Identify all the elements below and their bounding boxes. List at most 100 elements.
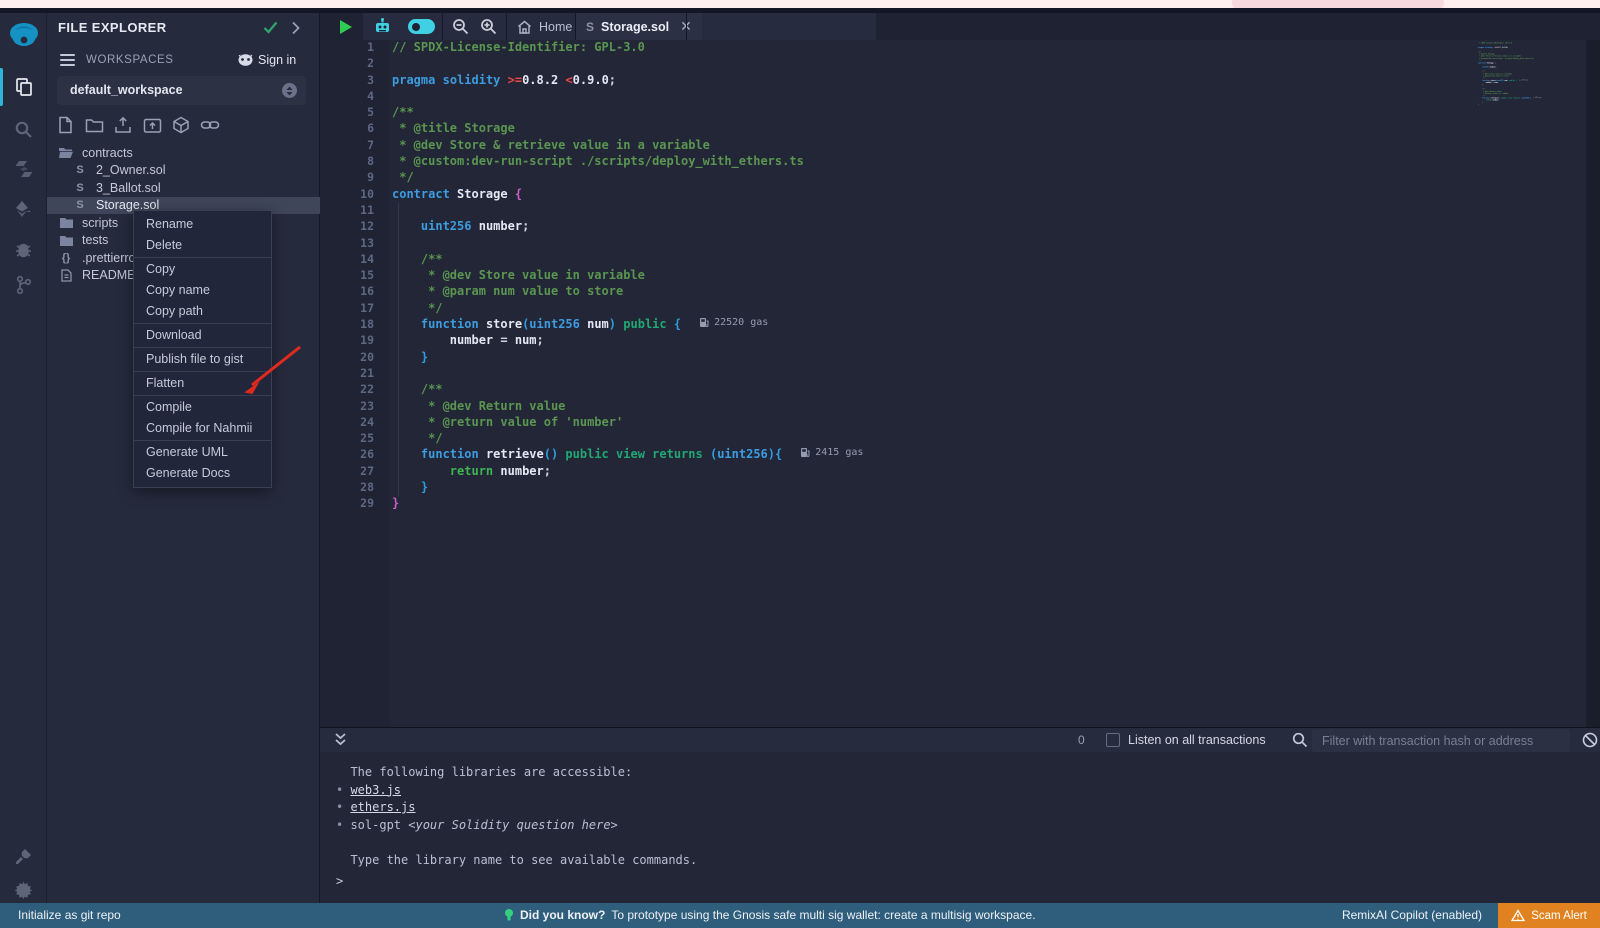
tree-item-3-ballot-sol[interactable]: S3_Ballot.sol <box>47 179 320 197</box>
workspace-select[interactable]: default_workspace <box>57 76 306 105</box>
menu-item-delete[interactable]: Delete <box>134 235 271 256</box>
line-number[interactable]: 2 <box>320 56 390 72</box>
tab-home[interactable]: Home <box>507 13 582 40</box>
line-number[interactable]: 4 <box>320 89 390 105</box>
file-explorer-icon[interactable] <box>0 69 47 105</box>
menu-item-publish-file-to-gist[interactable]: Publish file to gist <box>134 349 271 370</box>
menu-item-copy-path[interactable]: Copy path <box>134 301 271 322</box>
line-number[interactable]: 25 <box>320 431 390 447</box>
transaction-filter-input[interactable] <box>1312 729 1570 752</box>
line-number[interactable]: 17 <box>320 301 390 317</box>
init-git-repo-button[interactable]: Initialize as git repo <box>18 908 121 922</box>
clear-console-icon[interactable] <box>1582 732 1598 753</box>
library-link[interactable]: ethers.js <box>350 800 415 814</box>
menu-item-generate-docs[interactable]: Generate Docs <box>134 463 271 484</box>
new-file-icon[interactable] <box>55 115 75 135</box>
line-number[interactable]: 9 <box>320 170 390 186</box>
search-icon[interactable] <box>0 111 47 147</box>
line-number[interactable]: 14 <box>320 252 390 268</box>
code-line-27: return number; <box>392 464 863 480</box>
code-editor[interactable]: 1234567891011121314151617181920212223242… <box>320 40 1600 727</box>
line-number[interactable]: 11 <box>320 203 390 219</box>
menu-item-flatten[interactable]: Flatten <box>134 373 271 394</box>
zoom-in-icon[interactable] <box>474 13 502 40</box>
zoom-out-icon[interactable] <box>446 13 474 40</box>
line-number[interactable]: 28 <box>320 480 390 496</box>
tree-item-label: 3_Ballot.sol <box>96 181 161 195</box>
solidity-compiler-icon[interactable] <box>0 151 47 187</box>
line-number[interactable]: 5 <box>320 105 390 121</box>
chevron-right-icon[interactable] <box>291 21 300 40</box>
terminal-body[interactable]: The following libraries are accessible:•… <box>320 752 1600 903</box>
line-number[interactable]: 13 <box>320 236 390 252</box>
import-link-icon[interactable] <box>200 115 220 135</box>
editor-scrollbar-track[interactable] <box>1586 40 1600 727</box>
terminal-line: The following libraries are accessible: <box>336 764 697 782</box>
terminal-prompt[interactable]: > <box>336 874 343 888</box>
gas-estimate-badge[interactable]: 22520 gas <box>1519 80 1528 81</box>
tree-item-label: scripts <box>82 216 118 230</box>
line-number[interactable]: 22 <box>320 382 390 398</box>
line-number[interactable]: 6 <box>320 121 390 137</box>
menu-item-download[interactable]: Download <box>134 325 271 346</box>
menu-item-compile-for-nahmii[interactable]: Compile for Nahmii <box>134 418 271 439</box>
tree-item-2-owner-sol[interactable]: S2_Owner.sol <box>47 162 320 180</box>
line-number[interactable]: 8 <box>320 154 390 170</box>
new-folder-icon[interactable] <box>84 115 104 135</box>
workspaces-menu-icon[interactable] <box>60 54 75 69</box>
line-number[interactable]: 16 <box>320 284 390 300</box>
menu-item-rename[interactable]: Rename <box>134 214 271 235</box>
copilot-status[interactable]: RemixAI Copilot (enabled) <box>1342 908 1482 922</box>
line-number[interactable]: 21 <box>320 366 390 382</box>
line-number[interactable]: 18 <box>320 317 390 333</box>
menu-item-copy[interactable]: Copy <box>134 259 271 280</box>
line-number[interactable]: 10 <box>320 187 390 203</box>
settings-icon[interactable] <box>0 871 47 907</box>
plugin-manager-icon[interactable] <box>0 838 47 874</box>
line-number[interactable]: 20 <box>320 350 390 366</box>
tab-storage-sol[interactable]: S Storage.sol ✕ <box>576 13 702 40</box>
menu-item-compile[interactable]: Compile <box>134 397 271 418</box>
line-number[interactable]: 29 <box>320 496 390 512</box>
git-icon[interactable] <box>0 267 47 303</box>
listen-all-transactions-checkbox[interactable] <box>1106 733 1120 747</box>
check-icon <box>263 21 278 39</box>
file-context-menu: RenameDelete CopyCopy nameCopy path Downlo… <box>133 210 272 488</box>
ai-copilot-robot-icon[interactable] <box>364 13 400 40</box>
workspace-stepper-icon[interactable] <box>282 83 297 98</box>
solidity-file-icon: S <box>73 164 87 176</box>
deploy-run-icon[interactable] <box>0 191 47 227</box>
menu-item-generate-uml[interactable]: Generate UML <box>134 442 271 463</box>
upload-folder-icon[interactable] <box>142 115 162 135</box>
menu-item-copy-name[interactable]: Copy name <box>134 280 271 301</box>
line-number[interactable]: 3 <box>320 73 390 89</box>
collapse-terminal-icon[interactable] <box>334 732 347 752</box>
line-number[interactable]: 19 <box>320 333 390 349</box>
line-number[interactable]: 7 <box>320 138 390 154</box>
line-number[interactable]: 1 <box>320 40 390 56</box>
tree-item-contracts[interactable]: contracts <box>47 144 320 162</box>
upload-file-icon[interactable] <box>113 115 133 135</box>
terminal-line <box>336 834 697 852</box>
line-number[interactable]: 24 <box>320 415 390 431</box>
code-line-15: * @dev Store value in variable <box>392 268 863 284</box>
remix-logo[interactable] <box>0 18 47 54</box>
import-ipfs-icon[interactable] <box>171 115 191 135</box>
code-line-13 <box>392 236 863 252</box>
line-number[interactable]: 23 <box>320 399 390 415</box>
line-number[interactable]: 15 <box>320 268 390 284</box>
ai-copilot-toggle[interactable] <box>400 13 442 40</box>
editor-minimap[interactable]: // SPDX-License-Identifier: GPL-3.0 prag… <box>1478 42 1600 152</box>
gas-estimate-badge[interactable]: 2415 gas <box>1533 97 1541 98</box>
run-script-button[interactable] <box>328 13 363 40</box>
activity-bar <box>0 13 47 903</box>
library-link[interactable]: web3.js <box>350 783 401 797</box>
line-number[interactable]: 27 <box>320 464 390 480</box>
gas-estimate-badge[interactable]: 2415 gas <box>800 447 863 458</box>
line-number[interactable]: 12 <box>320 219 390 235</box>
line-number[interactable]: 26 <box>320 447 390 463</box>
gas-estimate-badge[interactable]: 22520 gas <box>699 317 768 328</box>
scam-alert-button[interactable]: Scam Alert <box>1498 903 1600 928</box>
debugger-icon[interactable] <box>0 231 47 267</box>
sign-in-button[interactable]: Sign in <box>258 53 296 67</box>
